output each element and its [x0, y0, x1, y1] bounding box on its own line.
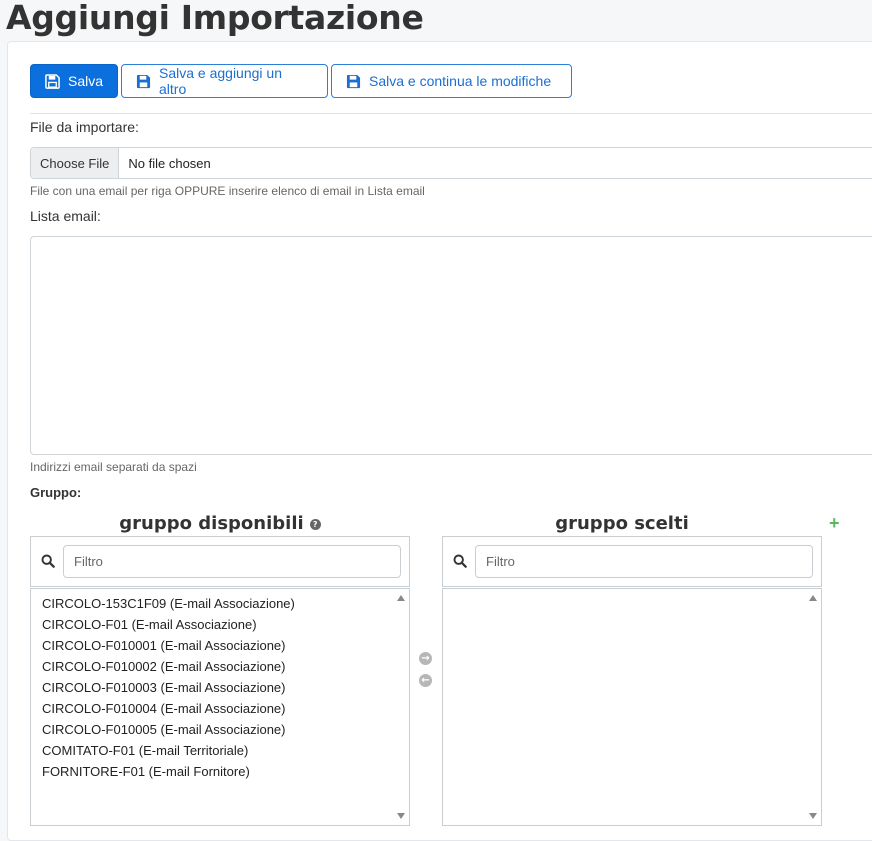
- save-button[interactable]: Salva: [30, 64, 118, 98]
- list-item[interactable]: CIRCOLO-F010004 (E-mail Associazione): [42, 698, 409, 719]
- floppy-disk-icon: [45, 73, 60, 89]
- save-and-add-label: Salva e aggiungi un altro: [159, 65, 282, 97]
- arrow-circle-right-icon[interactable]: →: [419, 652, 432, 665]
- page-title: Aggiungi Importazione: [6, 0, 424, 37]
- scroll-up-arrow[interactable]: [397, 595, 405, 601]
- file-input[interactable]: Choose File No file chosen: [30, 147, 872, 179]
- floppy-disk-icon: [136, 74, 151, 88]
- list-item[interactable]: COMITATO-F01 (E-mail Territoriale): [42, 740, 409, 761]
- choose-file-button[interactable]: Choose File: [31, 148, 120, 178]
- list-item[interactable]: CIRCOLO-F010001 (E-mail Associazione): [42, 635, 409, 656]
- file-status: No file chosen: [128, 155, 211, 171]
- available-filter-input[interactable]: Filtro: [63, 545, 401, 578]
- toolbar-divider: [30, 113, 872, 114]
- list-item[interactable]: CIRCOLO-F01 (E-mail Associazione): [42, 614, 409, 635]
- available-filter-box: Filtro: [30, 536, 410, 587]
- email-list-help-text: Indirizzi email separati da spazi: [30, 460, 197, 474]
- plus-icon[interactable]: +: [829, 513, 840, 534]
- chosen-list[interactable]: [442, 588, 822, 826]
- email-list-textarea[interactable]: [30, 236, 872, 455]
- scroll-down-arrow[interactable]: [809, 813, 817, 819]
- available-title: gruppo disponibili?: [30, 513, 410, 534]
- list-item[interactable]: FORNITORE-F01 (E-mail Fornitore): [42, 761, 409, 782]
- list-item[interactable]: CIRCOLO-F010005 (E-mail Associazione): [42, 719, 409, 740]
- save-button-label: Salva: [68, 73, 104, 89]
- chosen-items: [443, 589, 821, 593]
- file-field-label: File da importare:: [30, 119, 139, 135]
- file-help-text: File con una email per riga OPPURE inser…: [30, 184, 425, 198]
- chosen-filter-box: Filtro: [442, 536, 822, 587]
- question-circle-icon[interactable]: ?: [309, 518, 321, 530]
- floppy-disk-icon: [346, 74, 361, 88]
- scroll-up-arrow[interactable]: [809, 595, 817, 601]
- save-and-continue-label: Salva e continua le modifiche: [369, 73, 552, 89]
- group-label: Gruppo:: [30, 485, 82, 500]
- list-item[interactable]: CIRCOLO-153C1F09 (E-mail Associazione): [42, 593, 409, 614]
- chosen-filter-input[interactable]: Filtro: [475, 545, 813, 578]
- search-icon: [453, 554, 467, 568]
- list-item[interactable]: CIRCOLO-F010002 (E-mail Associazione): [42, 656, 409, 677]
- available-items: CIRCOLO-153C1F09 (E-mail Associazione) CI…: [31, 589, 409, 782]
- save-and-continue-button[interactable]: Salva e continua le modifiche: [331, 64, 572, 98]
- email-list-label: Lista email:: [30, 208, 101, 224]
- save-and-add-button[interactable]: Salva e aggiungi un altro: [121, 64, 328, 98]
- scroll-down-arrow[interactable]: [397, 813, 405, 819]
- available-title-text: gruppo disponibili: [119, 513, 304, 534]
- chosen-title: gruppo scelti: [555, 513, 689, 534]
- search-icon: [41, 554, 55, 568]
- arrow-circle-left-icon[interactable]: ←: [419, 674, 432, 687]
- available-list[interactable]: CIRCOLO-153C1F09 (E-mail Associazione) CI…: [30, 588, 410, 826]
- list-item[interactable]: CIRCOLO-F010003 (E-mail Associazione): [42, 677, 409, 698]
